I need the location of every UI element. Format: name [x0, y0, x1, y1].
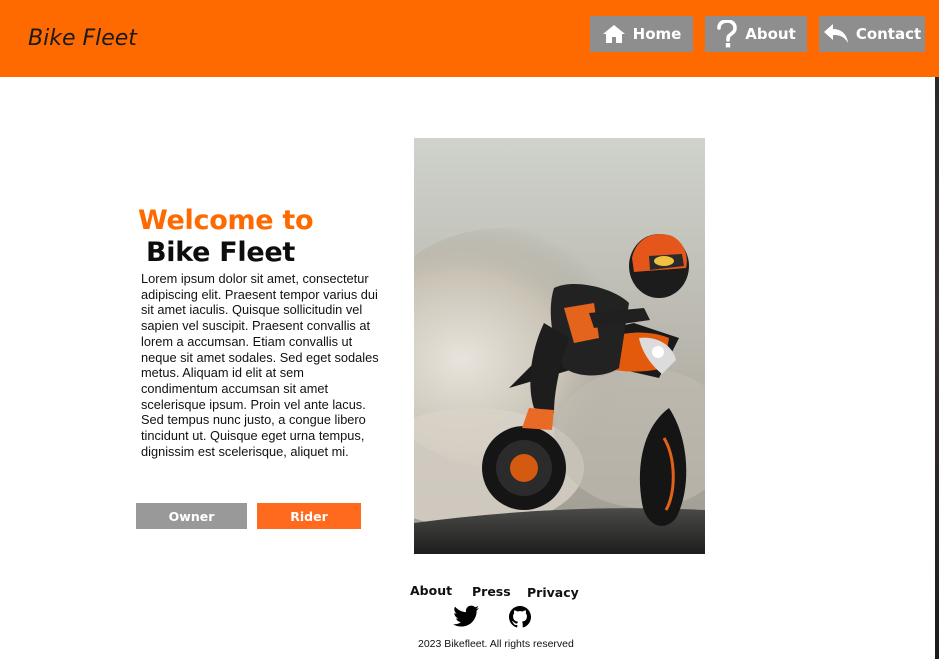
owner-button[interactable]: Owner — [136, 503, 247, 529]
reply-arrow-icon — [823, 23, 849, 45]
nav-home-label: Home — [632, 25, 682, 43]
nav-about-button[interactable]: About — [705, 16, 807, 52]
question-icon — [716, 20, 738, 48]
copyright-text: 2023 Bikefleet. All rights reserved — [418, 638, 574, 650]
footer-about-link[interactable]: About — [410, 583, 452, 598]
motorcycle-rider-photo — [414, 138, 705, 554]
nav-about-label: About — [745, 25, 796, 43]
home-icon — [602, 24, 626, 44]
brand-logo-text[interactable]: Bike Fleet — [28, 26, 137, 51]
nav-home-button[interactable]: Home — [590, 16, 693, 52]
hero-title-brand: Bike Fleet — [146, 237, 296, 268]
nav-contact-label: Contact — [855, 25, 922, 43]
background-image-edge — [935, 77, 939, 659]
footer-privacy-link[interactable]: Privacy — [527, 585, 579, 600]
rider-button[interactable]: Rider — [257, 503, 361, 529]
hero-title-welcome: Welcome to — [138, 205, 314, 236]
github-icon[interactable] — [508, 605, 532, 636]
nav-contact-button[interactable]: Contact — [819, 16, 925, 52]
twitter-icon[interactable] — [452, 605, 480, 632]
footer-press-link[interactable]: Press — [472, 584, 511, 599]
top-bar: Bike Fleet Home About Contact — [0, 0, 939, 77]
hero-description: Lorem ipsum dolor sit amet, consectetur … — [141, 271, 379, 459]
